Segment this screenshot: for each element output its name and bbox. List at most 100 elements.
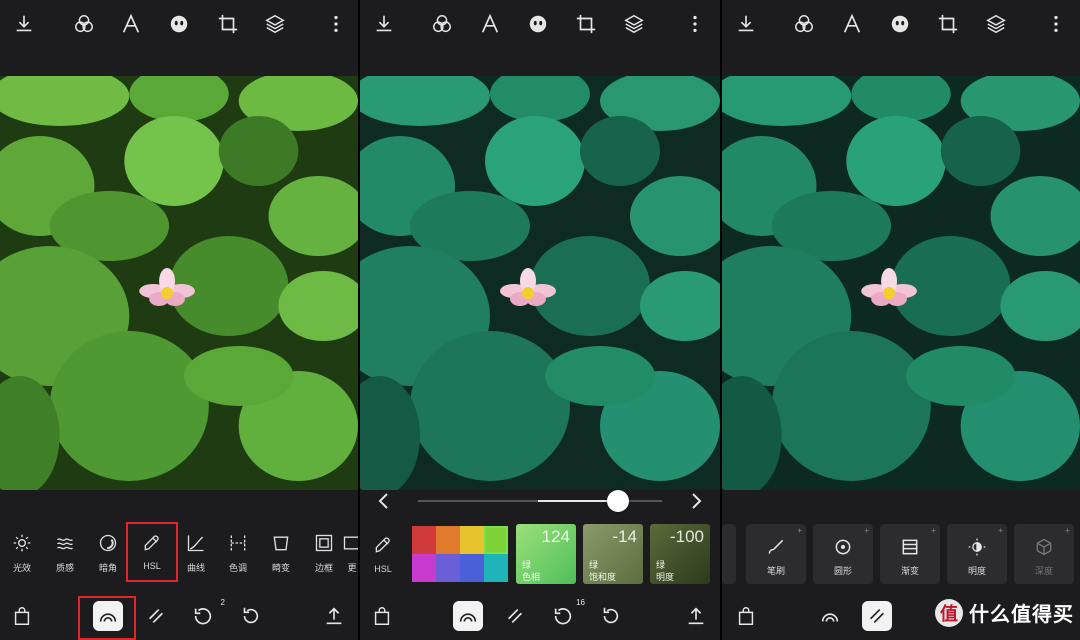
tool-border[interactable]: 边框 — [304, 528, 344, 582]
more-tools-icon — [342, 532, 358, 554]
tool-label: 更 — [347, 563, 357, 573]
dropper-icon — [372, 534, 394, 556]
chevron-right-icon[interactable] — [686, 490, 706, 512]
tool-label: 边框 — [314, 563, 333, 573]
saturation-card[interactable]: -14 绿 饱和度 — [583, 524, 643, 584]
crop-icon[interactable] — [216, 12, 240, 36]
history-count: 2 — [220, 598, 225, 607]
hsl-slider-row — [360, 490, 720, 514]
bag-icon[interactable] — [366, 600, 398, 632]
bag-icon[interactable] — [730, 600, 762, 632]
mask-mode-icon[interactable] — [140, 600, 172, 632]
undo-icon[interactable] — [234, 600, 266, 632]
layers-icon[interactable] — [622, 12, 646, 36]
vignette-icon — [97, 532, 119, 554]
crop-icon[interactable] — [936, 12, 960, 36]
mask-tool-label: 深度 — [1034, 566, 1053, 576]
more-icon[interactable] — [683, 12, 707, 36]
luminance-icon — [966, 536, 988, 558]
hue-label: 色相 — [522, 572, 541, 582]
mask-tool-label: 明度 — [967, 566, 986, 576]
tool-texture[interactable]: 质感 — [45, 528, 85, 582]
filters-icon[interactable] — [430, 12, 454, 36]
slider-track[interactable] — [418, 490, 662, 512]
color-swatch-grid — [412, 526, 508, 582]
history-icon[interactable]: 2 — [187, 598, 225, 632]
mask-tool-brush[interactable]: + 笔刷 — [746, 524, 806, 584]
bottom-toolbar: 2 — [0, 592, 358, 640]
download-icon[interactable] — [12, 12, 36, 36]
filters-icon[interactable] — [792, 12, 816, 36]
top-toolbar — [722, 0, 1080, 48]
color-swatch[interactable] — [436, 554, 460, 582]
crop-icon[interactable] — [574, 12, 598, 36]
watermark-logo: 值 — [935, 598, 963, 627]
watermark: 值 什么值得买 — [935, 598, 1074, 627]
mask-tool-gradient[interactable]: + 渐变 — [880, 524, 940, 584]
sun-icon — [11, 532, 33, 554]
color-swatch[interactable] — [412, 554, 436, 582]
download-icon[interactable] — [372, 12, 396, 36]
color-swatch[interactable] — [412, 526, 436, 554]
face-icon[interactable] — [526, 12, 550, 36]
undo-icon[interactable] — [594, 600, 626, 632]
tool-curves[interactable]: 曲线 — [176, 528, 216, 582]
panel-mask: + 笔刷 + 圆形 + 渐变 + 明度 + 深度 值 什么值得买 — [722, 0, 1080, 640]
tool-tone[interactable]: 色调 — [218, 528, 258, 582]
adjust-mode-icon[interactable] — [814, 600, 846, 632]
hsl-tool-button[interactable]: HSL — [368, 532, 398, 580]
color-swatch[interactable] — [460, 554, 484, 582]
tool-label: 光效 — [12, 563, 31, 573]
tool-distort[interactable]: 畸变 — [261, 528, 301, 582]
color-swatch[interactable] — [436, 526, 460, 554]
highlight-adjust-mode — [78, 596, 136, 640]
panel-original: 光效 质感 暗角 HSL 曲线 色调 畸变 边框 更 2 — [0, 0, 358, 640]
face-icon[interactable] — [888, 12, 912, 36]
mask-tool-partial[interactable] — [722, 524, 736, 584]
frame-icon — [313, 532, 335, 554]
face-icon[interactable] — [167, 12, 191, 36]
layers-icon[interactable] — [263, 12, 287, 36]
export-icon[interactable] — [680, 600, 712, 632]
color-swatch[interactable] — [484, 554, 508, 582]
comparison-stage: 光效 质感 暗角 HSL 曲线 色调 畸变 边框 更 2 HSL 124 绿 色… — [0, 0, 1080, 640]
top-toolbar — [360, 0, 720, 48]
saturation-value: -14 — [612, 527, 637, 546]
highlight-hsl — [126, 522, 178, 582]
tool-vignette[interactable]: 暗角 — [88, 528, 128, 582]
tool-more[interactable]: 更 — [342, 528, 358, 582]
mask-tool-depth[interactable]: + 深度 — [1014, 524, 1074, 584]
luminance-card[interactable]: -100 绿 明度 — [650, 524, 710, 584]
slider-thumb[interactable] — [607, 490, 629, 512]
color-swatch[interactable] — [460, 526, 484, 554]
text-icon[interactable] — [478, 12, 502, 36]
export-icon[interactable] — [318, 600, 350, 632]
adjust-mode-icon[interactable] — [453, 601, 483, 631]
tool-label: 暗角 — [98, 563, 117, 573]
history-icon[interactable]: 16 — [547, 598, 585, 632]
filters-icon[interactable] — [72, 12, 96, 36]
tool-label: 质感 — [55, 563, 74, 573]
tool-label: 畸变 — [271, 563, 290, 573]
more-icon[interactable] — [1044, 12, 1068, 36]
text-icon[interactable] — [119, 12, 143, 36]
mask-mode-icon[interactable] — [862, 601, 892, 631]
mask-mode-icon[interactable] — [499, 600, 531, 632]
mask-tool-luminance[interactable]: + 明度 — [947, 524, 1007, 584]
layers-icon[interactable] — [984, 12, 1008, 36]
hue-card[interactable]: 124 绿 色相 — [516, 524, 576, 584]
chevron-left-icon[interactable] — [374, 490, 394, 512]
color-swatch[interactable] — [484, 526, 508, 554]
bag-icon[interactable] — [6, 600, 38, 632]
hue-value: 124 — [541, 527, 570, 546]
slider-fill — [538, 500, 618, 502]
download-icon[interactable] — [734, 12, 758, 36]
tool-label: 色调 — [228, 563, 247, 573]
mask-tool-radial[interactable]: + 圆形 — [813, 524, 873, 584]
more-icon[interactable] — [324, 12, 348, 36]
curves-icon — [185, 532, 207, 554]
tool-light[interactable]: 光效 — [2, 528, 42, 582]
top-toolbar — [0, 0, 358, 48]
text-icon[interactable] — [840, 12, 864, 36]
gradient-icon — [899, 536, 921, 558]
